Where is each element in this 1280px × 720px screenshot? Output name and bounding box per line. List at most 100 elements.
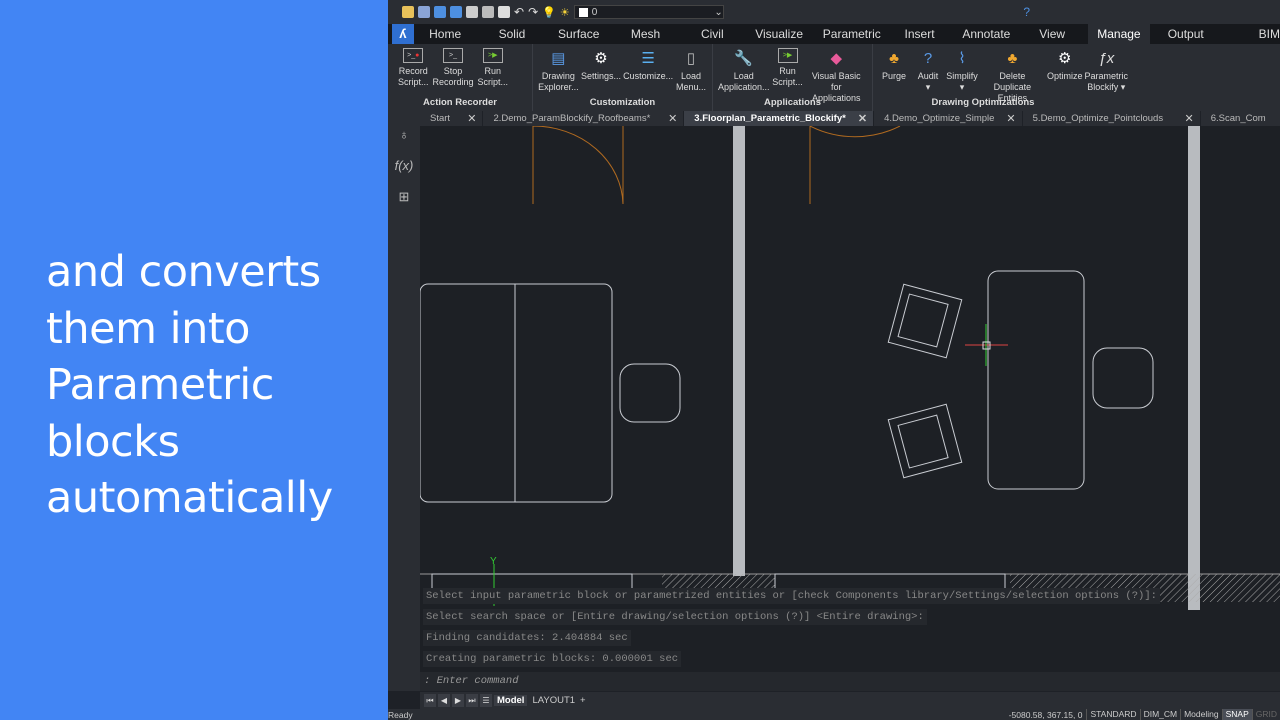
save-icon[interactable] <box>434 6 446 18</box>
caption-line: and converts <box>46 247 321 297</box>
sliders-icon: ☰ <box>641 49 655 67</box>
sun-icon[interactable]: ☀ <box>560 6 570 19</box>
record-icon: >_ ● <box>403 48 424 63</box>
office-chair <box>619 363 681 423</box>
layer-color-swatch <box>578 7 588 17</box>
wall <box>733 126 745 576</box>
tab-output[interactable]: Output <box>1150 24 1221 44</box>
redo-icon[interactable]: ↷ <box>528 5 538 19</box>
desk <box>420 283 613 503</box>
desk <box>987 270 1085 490</box>
door-arc <box>532 126 624 205</box>
app-menu-button[interactable]: ʎ <box>392 24 414 44</box>
next-icon[interactable]: ▶ <box>452 694 464 707</box>
ribbon-panel: >_ ● Record Script... >_ Stop Recording >▶ Run… <box>388 44 1280 111</box>
group-drawing-optimizations: ♣ Purge ? Audit ▾ ⌇ Simplify ▾ ♣ Delete Duplic… <box>873 44 1133 111</box>
status-grid[interactable]: GRID <box>1251 709 1280 720</box>
tab-model[interactable]: Model <box>494 695 528 706</box>
help-icon[interactable]: ? <box>1023 5 1030 19</box>
tab-surface[interactable]: Surface <box>553 24 604 44</box>
first-icon[interactable]: ⏮ <box>424 694 436 707</box>
ribbon-tabs: ʎ Home Solid Surface Mesh Civil Visualiz… <box>388 24 1280 44</box>
document-tabs: Start ✕ 2.Demo_ParamBlockify_Roofbeams* ✕ … <box>420 111 1280 126</box>
caption-text: and converts them into Parametric blocks… <box>46 244 333 527</box>
list-icon[interactable]: ☰ <box>480 694 492 707</box>
ucs-y-label: Y <box>490 556 497 567</box>
tab-home[interactable]: Home <box>420 24 471 44</box>
document-icon: ▯ <box>686 49 696 67</box>
status-bar: Ready -5080.58, 367.15, 0 STANDARD DIM_C… <box>388 709 1280 720</box>
close-icon[interactable]: ✕ <box>1006 112 1015 125</box>
doc-tab[interactable]: 5.Demo_Optimize_Pointclouds ✕ <box>1023 111 1201 126</box>
tree-icon[interactable]: ⊞ <box>388 189 420 205</box>
caption-line: them into <box>46 303 250 354</box>
broom-icon: ♣ <box>1007 49 1018 67</box>
open-icon[interactable] <box>418 6 430 18</box>
publish-icon[interactable] <box>466 6 478 18</box>
doc-tab-active[interactable]: 3.Floorplan_Parametric_Blockify* ✕ <box>684 111 875 126</box>
quick-access-toolbar: ↶ ↷ 💡 ☀ 0 ⌄ ? <box>388 0 1280 24</box>
tab-annotate[interactable]: Annotate <box>956 24 1017 44</box>
command-line: Select input parametric block or paramet… <box>420 586 1280 607</box>
caption-line: blocks <box>46 416 180 467</box>
command-line: Creating parametric blocks: 0.000001 sec <box>420 649 1280 670</box>
status-dim[interactable]: DIM_CM <box>1139 709 1181 720</box>
new-icon[interactable] <box>402 6 414 18</box>
doc-tab[interactable]: 6.Scan_Com <box>1201 111 1280 126</box>
undo-icon[interactable]: ↶ <box>514 5 524 19</box>
status-standard[interactable]: STANDARD <box>1086 709 1139 720</box>
wrench-icon: 🔧 <box>734 49 754 67</box>
close-icon[interactable]: ✕ <box>467 112 476 125</box>
tab-insert[interactable]: Insert <box>883 24 956 44</box>
close-icon[interactable]: ✕ <box>858 112 867 125</box>
tab-solid[interactable]: Solid <box>471 24 554 44</box>
print-icon[interactable] <box>498 6 510 18</box>
armchair <box>887 283 963 359</box>
close-icon[interactable]: ✕ <box>668 112 677 125</box>
run-icon: >▶ <box>482 48 503 63</box>
tab-parametric[interactable]: Parametric <box>820 24 883 44</box>
doc-tab[interactable]: Start ✕ <box>420 111 484 126</box>
lightbulb-icon[interactable]: 💡 <box>542 6 556 19</box>
command-line: Select search space or [Entire drawing/s… <box>420 607 1280 628</box>
tab-bim[interactable]: BIM <box>1221 24 1280 44</box>
group-action-recorder: >_ ● Record Script... >_ Stop Recording >▶ Run… <box>388 44 533 111</box>
tab-civil[interactable]: Civil <box>687 24 738 44</box>
status-workspace[interactable]: Modeling <box>1180 709 1222 720</box>
layer-dropdown[interactable]: 0 ⌄ <box>573 5 724 19</box>
door-arc <box>809 126 901 204</box>
caption-line: Parametric <box>46 360 274 410</box>
status-snap[interactable]: SNAP <box>1221 709 1252 720</box>
last-icon[interactable]: ⏭ <box>466 694 478 707</box>
tab-visualize[interactable]: Visualize <box>738 24 821 44</box>
function-icon[interactable]: f(x) <box>388 158 420 173</box>
doc-tab[interactable]: 4.Demo_Optimize_Simple ✕ <box>874 111 1023 126</box>
hot-air-balloon-icon[interactable]: ♁ <box>388 127 420 142</box>
group-customization: ▤ Drawing Explorer... ⚙ Settings... ☰ Custom… <box>533 44 713 111</box>
tab-manage[interactable]: Manage <box>1087 24 1151 44</box>
group-title: Action Recorder <box>423 97 497 108</box>
tab-layout1[interactable]: LAYOUT1 <box>529 695 578 706</box>
doc-tab[interactable]: 2.Demo_ParamBlockify_Roofbeams* ✕ <box>483 111 685 126</box>
gear-icon: ⚙ <box>594 49 608 67</box>
plot-preview-icon[interactable] <box>482 6 494 18</box>
close-icon[interactable]: ✕ <box>1185 112 1194 125</box>
save-as-icon[interactable] <box>450 6 462 18</box>
run-icon: >▶ <box>777 48 798 63</box>
command-line: Finding candidates: 2.404884 sec <box>420 628 1280 649</box>
command-input[interactable]: : Enter command <box>420 672 1280 691</box>
broom-icon: ♣ <box>889 49 899 67</box>
tab-view[interactable]: View <box>1017 24 1088 44</box>
explorer-icon: ▤ <box>551 49 566 67</box>
caption-line: automatically <box>46 473 333 523</box>
chevron-down-icon: ⌄ <box>714 6 723 18</box>
tab-mesh[interactable]: Mesh <box>604 24 687 44</box>
caption-panel: and converts them into Parametric blocks… <box>0 0 388 720</box>
prev-icon[interactable]: ◀ <box>438 694 450 707</box>
coordinates-readout: -5080.58, 367.15, 0 <box>1008 709 1083 720</box>
add-layout-button[interactable]: + <box>580 695 586 706</box>
blockify-icon: ƒx <box>1098 49 1115 67</box>
group-title: Drawing Optimizations <box>931 97 1035 108</box>
status-ready: Ready <box>388 709 413 720</box>
optimize-gear-icon: ⚙ <box>1057 49 1072 67</box>
